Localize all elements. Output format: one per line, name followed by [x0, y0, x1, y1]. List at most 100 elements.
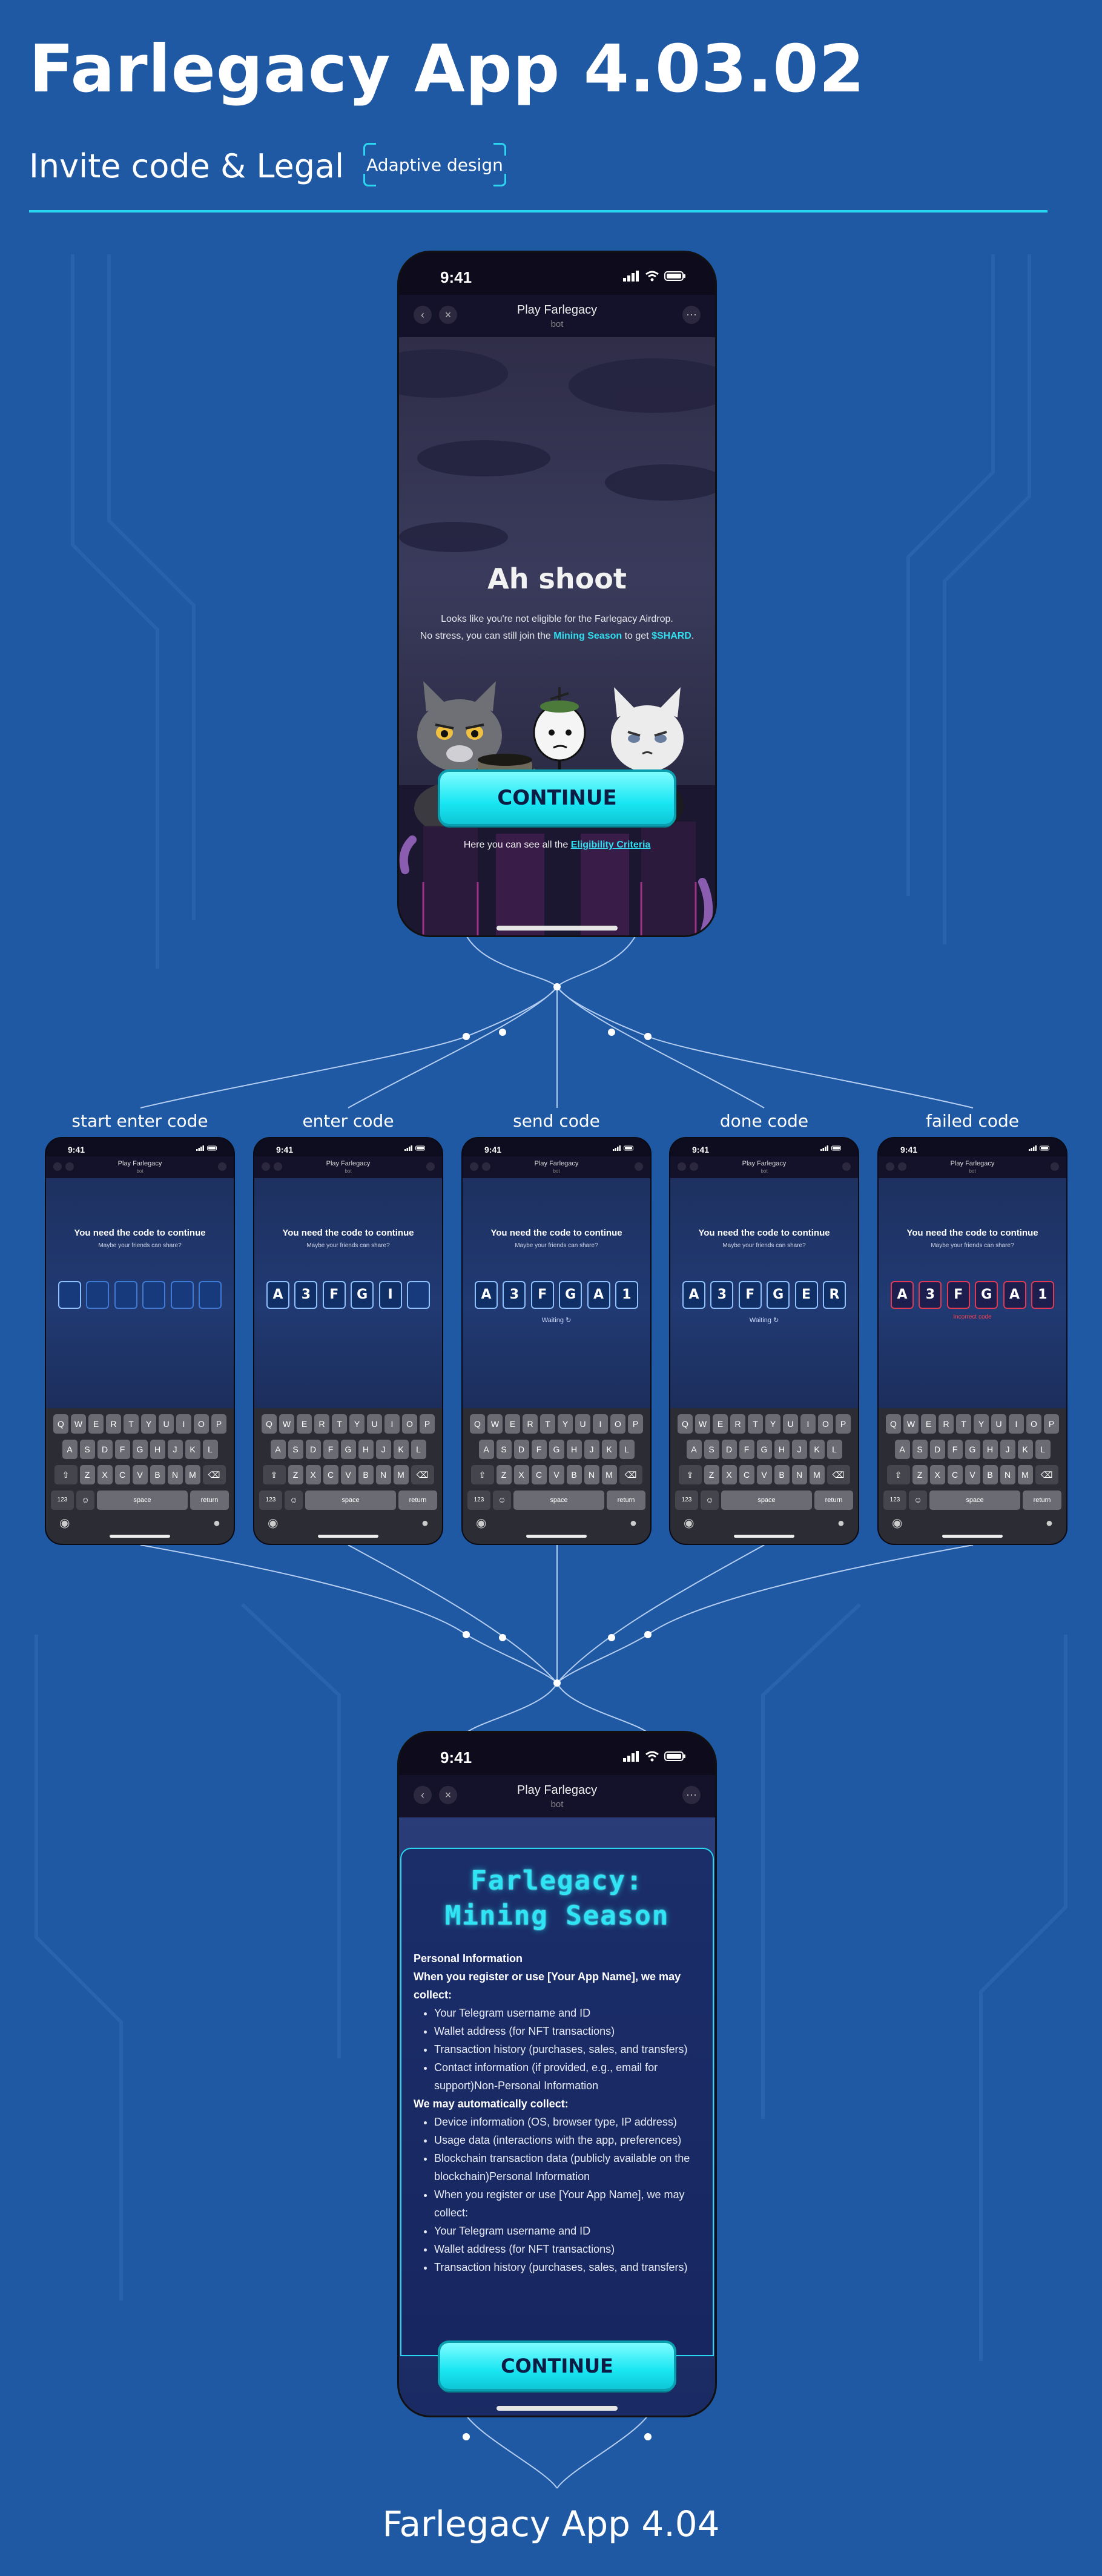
code-digit-box[interactable]: 1: [1031, 1281, 1054, 1309]
code-digit-box[interactable]: 3: [710, 1281, 734, 1309]
keyboard-key[interactable]: B: [150, 1465, 165, 1484]
keyboard-key[interactable]: E: [713, 1414, 728, 1434]
keyboard-key[interactable]: M: [809, 1465, 825, 1484]
keyboard-key[interactable]: Y: [349, 1414, 365, 1434]
keyboard-key[interactable]: Y: [558, 1414, 573, 1434]
keyboard-key[interactable]: Q: [678, 1414, 693, 1434]
keyboard-key[interactable]: C: [323, 1465, 338, 1484]
continue-button[interactable]: CONTINUE: [440, 2343, 674, 2389]
globe-icon[interactable]: ◉: [684, 1515, 694, 1530]
more-icon[interactable]: [842, 1162, 851, 1171]
keyboard-key[interactable]: L: [619, 1440, 635, 1459]
code-digit-box[interactable]: F: [946, 1281, 970, 1309]
shift-key[interactable]: ⇧: [262, 1465, 286, 1484]
keyboard-key[interactable]: F: [531, 1440, 547, 1459]
globe-icon[interactable]: ◉: [476, 1515, 486, 1530]
keyboard-key[interactable]: E: [921, 1414, 936, 1434]
emoji-icon[interactable]: ☺: [493, 1491, 511, 1510]
keyboard-key[interactable]: D: [929, 1440, 945, 1459]
space-key[interactable]: space: [97, 1491, 188, 1510]
keyboard-key[interactable]: X: [929, 1465, 945, 1484]
keyboard-key[interactable]: G: [549, 1440, 564, 1459]
keyboard-key[interactable]: P: [836, 1414, 851, 1434]
keyboard-key[interactable]: A: [894, 1440, 910, 1459]
eligibility-criteria-link[interactable]: Eligibility Criteria: [571, 840, 651, 850]
emoji-icon[interactable]: ☺: [285, 1491, 303, 1510]
keyboard-key[interactable]: S: [912, 1440, 928, 1459]
numbers-key[interactable]: 123: [467, 1491, 490, 1510]
keyboard-key[interactable]: Y: [141, 1414, 156, 1434]
delete-key[interactable]: ⌫: [202, 1465, 226, 1484]
keyboard-key[interactable]: J: [167, 1440, 183, 1459]
keyboard-key[interactable]: W: [71, 1414, 86, 1434]
code-digit-box[interactable]: G: [559, 1281, 582, 1309]
keyboard-key[interactable]: Z: [496, 1465, 512, 1484]
keyboard-key[interactable]: P: [1044, 1414, 1059, 1434]
keyboard-key[interactable]: D: [513, 1440, 529, 1459]
emoji-icon[interactable]: ☺: [76, 1491, 94, 1510]
keyboard-key[interactable]: J: [791, 1440, 807, 1459]
continue-button[interactable]: CONTINUE: [440, 772, 674, 824]
code-digit-box[interactable]: [114, 1281, 137, 1309]
keyboard-key[interactable]: L: [826, 1440, 842, 1459]
keyboard-key[interactable]: I: [1009, 1414, 1024, 1434]
keyboard-key[interactable]: H: [358, 1440, 374, 1459]
keyboard-key[interactable]: X: [97, 1465, 113, 1484]
more-icon[interactable]: [1051, 1162, 1059, 1171]
keyboard-key[interactable]: B: [566, 1465, 582, 1484]
keyboard-key[interactable]: Z: [704, 1465, 719, 1484]
code-digit-box[interactable]: [142, 1281, 166, 1309]
keyboard-key[interactable]: F: [947, 1440, 963, 1459]
code-digit-box[interactable]: G: [351, 1281, 374, 1309]
keyboard-key[interactable]: U: [367, 1414, 382, 1434]
code-digit-box[interactable]: F: [738, 1281, 762, 1309]
keyboard-key[interactable]: U: [159, 1414, 174, 1434]
emoji-icon[interactable]: ☺: [701, 1491, 719, 1510]
code-digit-box[interactable]: A: [1003, 1281, 1026, 1309]
keyboard-key[interactable]: Q: [470, 1414, 485, 1434]
keyboard-key[interactable]: Q: [262, 1414, 277, 1434]
keyboard-key[interactable]: Z: [79, 1465, 95, 1484]
globe-icon[interactable]: ◉: [268, 1515, 278, 1530]
keyboard-key[interactable]: F: [114, 1440, 130, 1459]
keyboard-key[interactable]: C: [531, 1465, 547, 1484]
keyboard-key[interactable]: G: [132, 1440, 148, 1459]
keyboard-key[interactable]: T: [748, 1414, 763, 1434]
keyboard-key[interactable]: R: [106, 1414, 121, 1434]
globe-icon[interactable]: ◉: [892, 1515, 902, 1530]
keyboard-key[interactable]: H: [982, 1440, 998, 1459]
keyboard-key[interactable]: K: [1017, 1440, 1033, 1459]
keyboard-key[interactable]: U: [783, 1414, 798, 1434]
keyboard-key[interactable]: V: [756, 1465, 772, 1484]
code-digit-box[interactable]: [406, 1281, 430, 1309]
code-digit-box[interactable]: A: [587, 1281, 610, 1309]
more-icon[interactable]: ⋯: [682, 306, 701, 324]
keyboard-key[interactable]: N: [1000, 1465, 1015, 1484]
keyboard-key[interactable]: L: [411, 1440, 426, 1459]
keyboard-key[interactable]: O: [610, 1414, 625, 1434]
keyboard-key[interactable]: R: [730, 1414, 745, 1434]
keyboard-key[interactable]: E: [88, 1414, 104, 1434]
code-digit-box[interactable]: A: [475, 1281, 498, 1309]
keyboard-key[interactable]: C: [739, 1465, 754, 1484]
keyboard-key[interactable]: S: [704, 1440, 719, 1459]
keyboard-key[interactable]: T: [956, 1414, 971, 1434]
keyboard-key[interactable]: J: [584, 1440, 599, 1459]
space-key[interactable]: space: [305, 1491, 396, 1510]
keyboard-key[interactable]: A: [686, 1440, 702, 1459]
code-digit-box[interactable]: [58, 1281, 81, 1309]
keyboard-key[interactable]: M: [185, 1465, 200, 1484]
keyboard-key[interactable]: S: [496, 1440, 512, 1459]
more-icon[interactable]: [426, 1162, 435, 1171]
keyboard-key[interactable]: A: [270, 1440, 286, 1459]
code-digit-box[interactable]: G: [767, 1281, 790, 1309]
keyboard-key[interactable]: J: [375, 1440, 391, 1459]
keyboard-key[interactable]: B: [358, 1465, 374, 1484]
keyboard-key[interactable]: N: [167, 1465, 183, 1484]
keyboard-key[interactable]: M: [393, 1465, 409, 1484]
code-digit-box[interactable]: A: [682, 1281, 705, 1309]
keyboard-key[interactable]: O: [818, 1414, 833, 1434]
keyboard-key[interactable]: G: [965, 1440, 980, 1459]
code-digit-box[interactable]: [86, 1281, 110, 1309]
keyboard-key[interactable]: U: [991, 1414, 1006, 1434]
